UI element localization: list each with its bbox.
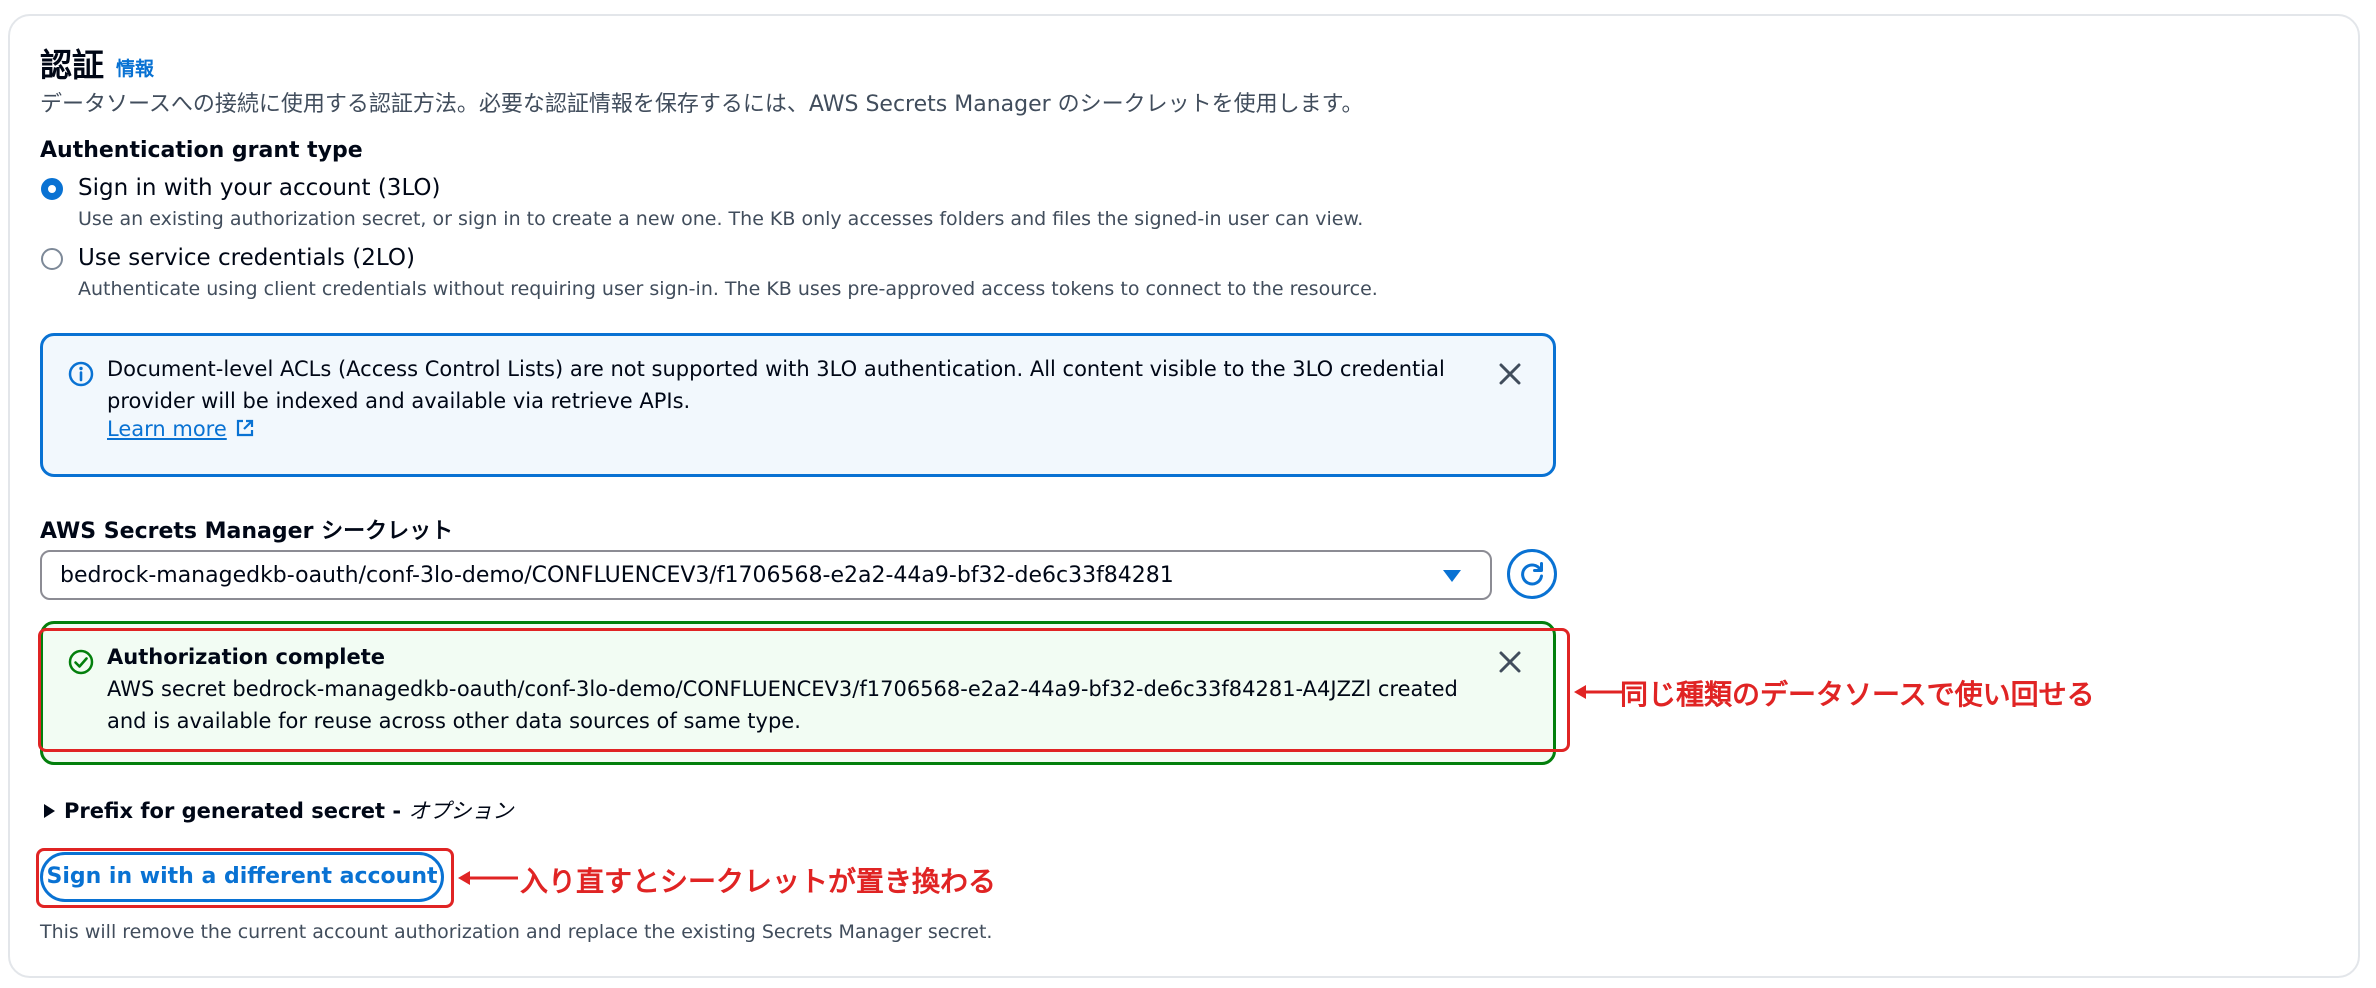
annotation-box-replace — [36, 848, 454, 908]
radio-3lo-label[interactable]: Sign in with your account (3LO) — [78, 175, 441, 201]
caret-right-icon — [44, 804, 55, 818]
radio-3lo[interactable] — [41, 178, 63, 200]
arrow-left-icon — [1574, 685, 1622, 699]
radio-2lo-description: Authenticate using client credentials wi… — [78, 278, 1378, 300]
close-icon[interactable] — [1497, 361, 1523, 387]
secret-select-label: AWS Secrets Manager シークレット — [40, 519, 454, 544]
info-alert: Document-level ACLs (Access Control List… — [40, 333, 1556, 477]
secret-select[interactable]: bedrock-managedkb-oauth/conf-3lo-demo/CO… — [40, 550, 1492, 600]
sign-in-footnote: This will remove the current account aut… — [40, 921, 993, 943]
annotation-box-reuse — [38, 628, 1570, 752]
radio-2lo[interactable] — [41, 248, 63, 270]
info-alert-line1: Document-level ACLs (Access Control List… — [107, 357, 1445, 381]
learn-more-link[interactable]: Learn more — [107, 417, 255, 441]
prefix-expander[interactable]: Prefix for generated secret - オプション — [42, 795, 513, 825]
radio-2lo-label[interactable]: Use service credentials (2LO) — [78, 245, 415, 271]
section-title: 認証 — [40, 46, 105, 84]
radio-3lo-description: Use an existing authorization secret, or… — [78, 208, 1364, 230]
info-link[interactable]: 情報 — [116, 54, 154, 81]
external-link-icon — [237, 419, 254, 437]
grant-type-label: Authentication grant type — [40, 138, 363, 163]
arrow-left-icon — [458, 871, 518, 885]
annotation-replace: 入り直すとシークレットが置き換わる — [520, 865, 997, 898]
refresh-icon — [1521, 562, 1543, 586]
caret-down-icon — [1443, 570, 1461, 582]
learn-more-text[interactable]: Learn more — [107, 417, 227, 441]
info-alert-line2: provider will be indexed and available v… — [107, 389, 691, 413]
prefix-optional: オプション — [408, 799, 514, 823]
section-description: データソースへの接続に使用する認証方法。必要な認証情報を保存するには、AWS S… — [40, 92, 1364, 117]
secret-select-value: bedrock-managedkb-oauth/conf-3lo-demo/CO… — [60, 563, 1174, 588]
info-icon — [68, 361, 94, 387]
prefix-separator: - — [385, 799, 409, 823]
annotation-reuse: 同じ種類のデータソースで使い回せる — [1620, 678, 2095, 711]
prefix-label: Prefix for generated secret — [64, 799, 386, 823]
refresh-button[interactable] — [1507, 549, 1557, 599]
